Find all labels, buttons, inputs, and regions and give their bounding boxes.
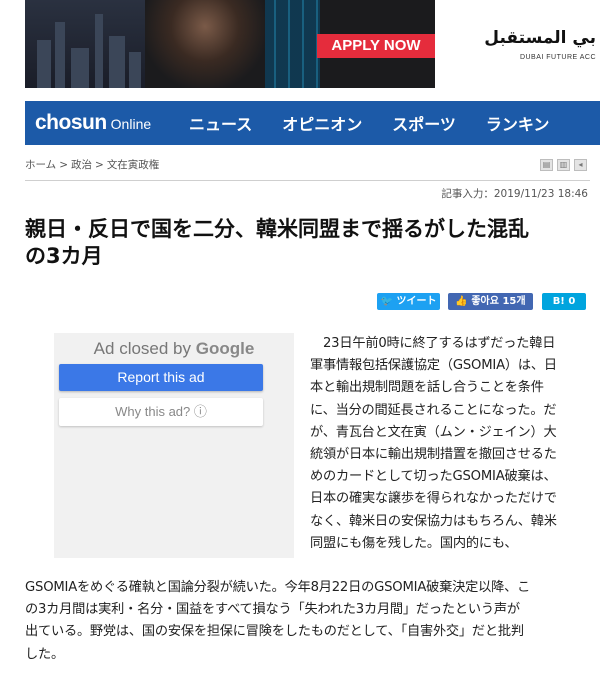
headline-line: 親日・反日で国を二分、韓米同盟まで揺るがした混乱	[25, 217, 529, 241]
article-body-full: GSOMIAをめぐる確執と国論分裂が続いた。今年8月22日のGSOMIA破棄決定…	[25, 577, 600, 666]
banner-ad[interactable]: APPLY NOW بي المستقبل DUBAI FUTURE ACC	[25, 0, 600, 88]
apply-now-button[interactable]: APPLY NOW	[317, 34, 435, 58]
ad-closed-label: Ad closed by Google	[93, 339, 255, 358]
body-line: 同盟にも傷を残した。国内的にも、	[310, 535, 518, 551]
twitter-share-button[interactable]: 🐦 ツイート	[377, 293, 440, 310]
nav-item-ranking[interactable]: ランキン	[486, 111, 550, 135]
breadcrumb-moon-administration[interactable]: 文在寅政権	[107, 159, 160, 171]
logo-sub-text: Online	[110, 116, 152, 132]
google-logo-text: Google	[195, 339, 255, 358]
divider	[25, 180, 590, 181]
headline-line: の3カ月	[25, 244, 103, 268]
facebook-label: 좋아요 15개	[471, 296, 526, 307]
text-size-icon[interactable]: ▥	[557, 159, 570, 171]
nav-item-news[interactable]: ニュース	[189, 111, 252, 135]
person-image	[145, 0, 265, 88]
body-line: 統領が日本に輸出規制措置を撤回させるた	[310, 447, 557, 463]
twitter-icon: 🐦	[380, 296, 393, 307]
body-line: 軍事情報包括保護協定（GSOMIA）は、日	[310, 358, 557, 374]
banner-arabic-text: بي المستقبل	[484, 28, 596, 48]
body-line: GSOMIAをめぐる確執と国論分裂が続いた。今年8月22日のGSOMIA破棄決定…	[25, 580, 531, 595]
facebook-like-button[interactable]: 👍 좋아요 15개	[448, 293, 533, 310]
article-headline: 親日・反日で国を二分、韓米同盟まで揺るがした混乱 の3カ月	[25, 216, 590, 270]
body-line: めのカードとして切ったGSOMIA破棄は、	[310, 469, 557, 485]
body-line: 23日午前0時に終了するはずだった韓日	[310, 336, 556, 351]
site-logo[interactable]: chosun Online	[25, 111, 185, 135]
print-icon[interactable]: ▤	[540, 159, 553, 171]
twitter-label: ツイート	[396, 296, 437, 307]
breadcrumb: ホーム > 政治 > 文在寅政権	[25, 159, 160, 171]
posted-date: 記事入力：2019/11/23 18:46	[441, 188, 588, 200]
banner-sub-text: DUBAI FUTURE ACC	[519, 54, 596, 61]
breadcrumb-politics[interactable]: 政治	[71, 159, 92, 171]
body-line: なく、韓米日の安保協力はもちろん、韓米	[310, 513, 557, 529]
back-icon[interactable]: ◂	[574, 159, 587, 171]
article-tools: ▤ ▥ ◂	[540, 159, 587, 171]
body-line: した。	[25, 646, 64, 662]
body-line: 日本の確実な譲歩を得られなかっただけで	[310, 491, 557, 507]
closed-ad-box: Ad closed by Google Report this ad Why t…	[54, 333, 294, 558]
thumbs-up-icon: 👍	[455, 296, 468, 307]
breadcrumb-home[interactable]: ホーム	[25, 159, 56, 171]
body-line: 本と輸出規制問題を話し合うことを条件	[310, 380, 544, 396]
hatena-bookmark-button[interactable]: B! 0	[542, 293, 586, 310]
article-body-column: 23日午前0時に終了するはずだった韓日 軍事情報包括保護協定（GSOMIA）は、…	[310, 333, 595, 555]
main-navbar: chosun Online ニュース オピニオン スポーツ ランキン	[25, 101, 600, 145]
nav-item-sports[interactable]: スポーツ	[392, 111, 456, 135]
report-ad-button[interactable]: Report this ad	[59, 364, 263, 391]
body-line: が、青瓦台と文在寅（ムン・ジェイン）大	[310, 424, 557, 440]
body-line: 出ている。野党は、国の安保を担保に冒険をしたものだとして、「自害外交」だと批判	[25, 624, 524, 640]
nav-item-opinion[interactable]: オピニオン	[282, 111, 362, 135]
why-this-ad-button[interactable]: Why this ad? ⓘ	[59, 398, 263, 426]
logo-main-text: chosun	[35, 111, 107, 134]
body-line: に、当分の間延長されることになった。だ	[310, 402, 557, 418]
body-line: の3カ月間は実利・名分・国益をすべて損なう「失われた3カ月間」だったという声が	[25, 602, 520, 618]
